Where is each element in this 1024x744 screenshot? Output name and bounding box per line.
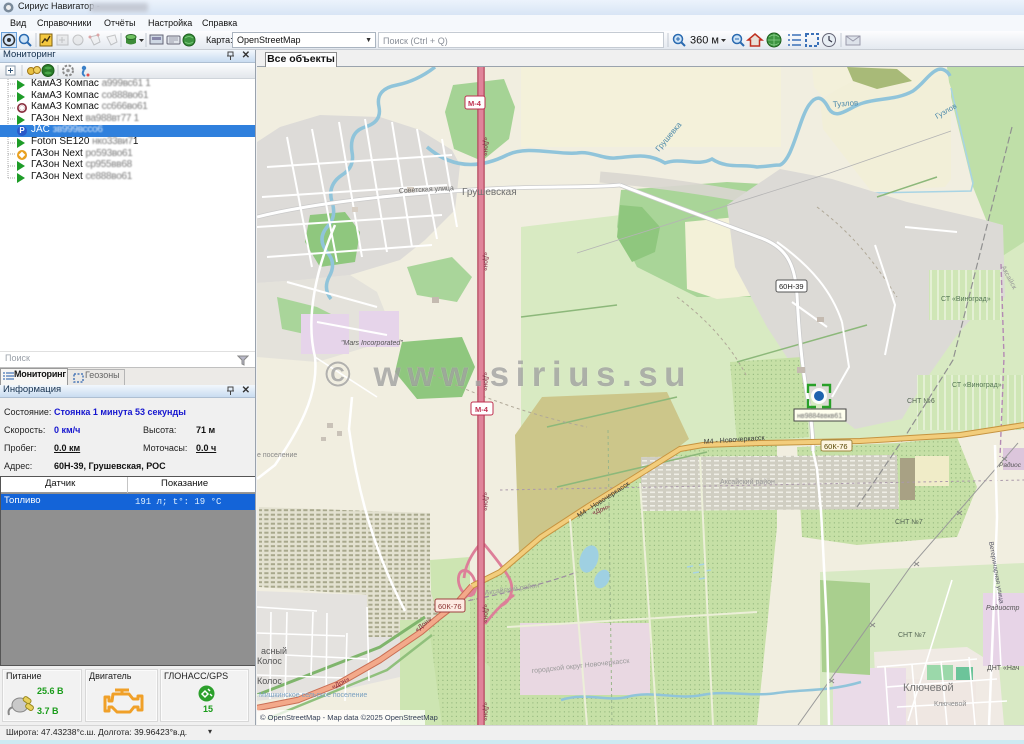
svg-text:© OpenStreetMap - Map data ©20: © OpenStreetMap - Map data ©2025 OpenStr… (260, 713, 438, 722)
svg-text:«Дон»: «Дон» (482, 702, 489, 721)
svg-text:СНТ №6: СНТ №6 (907, 398, 935, 405)
svg-text:СТ «Виноград»: СТ «Виноград» (941, 296, 991, 303)
svg-text:60К-76: 60К-76 (824, 442, 848, 451)
svg-text:"Mars Incorporated": "Mars Incorporated" (341, 340, 403, 347)
svg-text:Колос: Колос (257, 656, 282, 666)
svg-text:«Дон»: «Дон» (482, 604, 489, 623)
svg-text:СНТ №7: СНТ №7 (898, 632, 926, 639)
svg-text:60К-76: 60К-76 (438, 602, 462, 611)
svg-text:Колос: Колос (257, 676, 282, 686)
svg-text:М-4: М-4 (475, 405, 489, 414)
svg-text:нв9884ввкв61: нв9884ввкв61 (797, 413, 842, 420)
svg-text:Радиостр: Радиостр (986, 604, 1019, 612)
svg-text:60Н-39: 60Н-39 (779, 282, 804, 291)
svg-text:е поселение: е поселение (257, 452, 297, 459)
svg-text:М-4: М-4 (468, 99, 482, 108)
svg-text:«Дон»: «Дон» (482, 137, 489, 156)
svg-text:«Дон»: «Дон» (482, 492, 489, 511)
svg-text:360 м: 360 м (690, 35, 719, 47)
svg-text:Тузлов: Тузлов (833, 98, 859, 109)
svg-text:асный: асный (261, 646, 287, 656)
svg-text:Мишкинское сельское поселение: Мишкинское сельское поселение (259, 692, 367, 699)
svg-text:Ключевой: Ключевой (903, 682, 954, 694)
svg-text:Аксайский район: Аксайский район (720, 478, 775, 486)
svg-text:СНТ №7: СНТ №7 (895, 519, 923, 526)
svg-text:«Дон»: «Дон» (482, 252, 489, 271)
svg-text:Грушевская: Грушевская (462, 187, 517, 198)
svg-text:ДНТ «Нач: ДНТ «Нач (987, 665, 1020, 672)
svg-text:Ключевой: Ключевой (934, 700, 966, 708)
svg-text:Радиос: Радиос (999, 461, 1022, 469)
svg-text:СТ «Виноград»: СТ «Виноград» (952, 382, 1002, 389)
